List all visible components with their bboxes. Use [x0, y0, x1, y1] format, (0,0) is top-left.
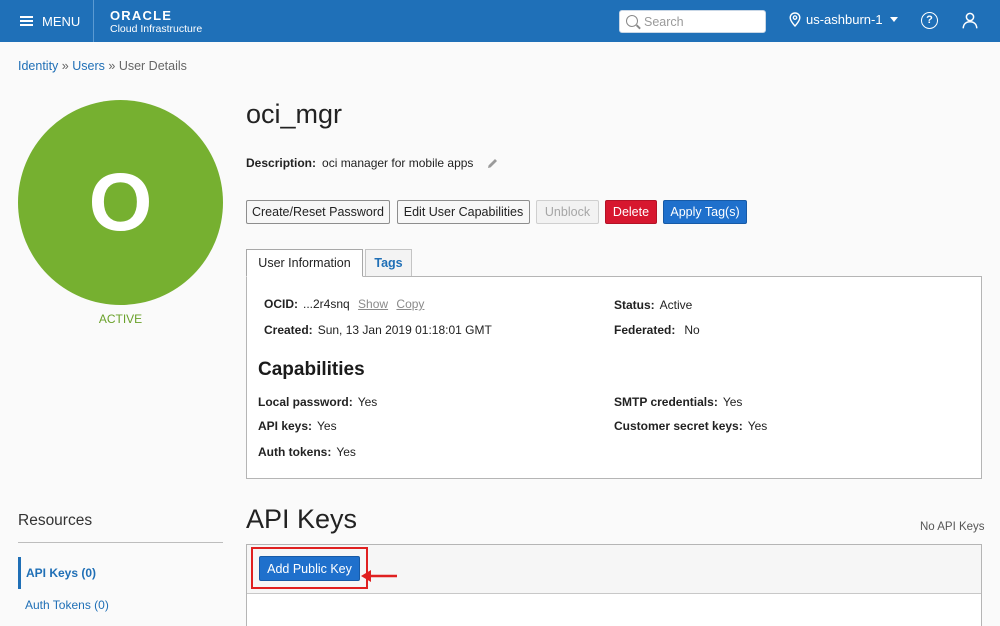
capabilities-heading: Capabilities: [258, 359, 365, 380]
ocid-value: ...2r4snq: [303, 297, 350, 311]
smtp-credentials-value: Yes: [722, 395, 743, 409]
resource-item-auth-tokens[interactable]: Auth Tokens (0): [18, 589, 223, 621]
api-keys-capability-value: Yes: [317, 419, 337, 433]
search-icon: [626, 15, 638, 27]
auth-tokens-capability-field: Auth tokens: Yes: [258, 445, 356, 459]
local-password-value: Yes: [357, 395, 378, 409]
federated-field: Federated: No: [614, 323, 700, 337]
chevron-down-icon: [889, 17, 898, 22]
customer-secret-keys-field: Customer secret keys: Yes: [614, 419, 767, 433]
ocid-field: OCID: ...2r4snq Show Copy: [264, 297, 424, 311]
edit-user-capabilities-button[interactable]: Edit User Capabilities: [397, 200, 530, 224]
customer-secret-keys-value: Yes: [747, 419, 768, 433]
location-pin-icon: [789, 12, 801, 27]
brand-subtitle: Cloud Infrastructure: [110, 23, 203, 35]
description-label: Description:: [246, 156, 317, 170]
customer-secret-keys-label: Customer secret keys:: [614, 419, 743, 433]
oracle-cloud-logo[interactable]: ORACLE Cloud Infrastructure: [110, 9, 202, 35]
api-keys-heading: API Keys: [246, 504, 358, 534]
breadcrumb: Identity » Users » User Details: [18, 59, 187, 73]
auth-tokens-capability-label: Auth tokens:: [258, 445, 332, 459]
help-icon[interactable]: ?: [921, 12, 938, 29]
ocid-show-link[interactable]: Show: [358, 297, 388, 311]
smtp-credentials-field: SMTP credentials: Yes: [614, 395, 742, 409]
page-title: oci_mgr: [246, 99, 343, 129]
user-profile-icon[interactable]: [962, 12, 978, 29]
user-avatar: O: [18, 100, 223, 305]
breadcrumb-users[interactable]: Users: [72, 59, 105, 73]
created-label: Created:: [264, 323, 313, 337]
region-selector[interactable]: us-ashburn-1: [789, 12, 898, 27]
status-value: Active: [659, 298, 693, 312]
search-input[interactable]: [644, 13, 762, 30]
created-value: Sun, 13 Jan 2019 01:18:01 GMT: [317, 323, 492, 337]
menu-button[interactable]: MENU: [0, 0, 94, 42]
ocid-copy-link[interactable]: Copy: [396, 297, 424, 311]
api-keys-capability-field: API keys: Yes: [258, 419, 337, 433]
create-reset-password-button[interactable]: Create/Reset Password: [246, 200, 390, 224]
delete-button[interactable]: Delete: [605, 200, 657, 224]
breadcrumb-separator: »: [61, 59, 69, 73]
status-label: Status:: [614, 298, 655, 312]
smtp-credentials-label: SMTP credentials:: [614, 395, 718, 409]
tab-user-information[interactable]: User Information: [246, 249, 363, 277]
resources-divider: [18, 542, 223, 543]
region-label: us-ashburn-1: [806, 12, 883, 27]
add-public-key-button[interactable]: Add Public Key: [259, 556, 360, 581]
api-keys-empty-text: No API Keys: [920, 521, 985, 533]
breadcrumb-separator: »: [108, 59, 116, 73]
federated-label: Federated:: [614, 323, 676, 337]
brand-oracle: ORACLE: [110, 8, 173, 23]
apply-tags-button[interactable]: Apply Tag(s): [663, 200, 747, 224]
auth-tokens-capability-value: Yes: [336, 445, 356, 459]
status-field: Status: Active: [614, 298, 692, 312]
hamburger-icon: [20, 16, 33, 26]
tab-tags[interactable]: Tags: [365, 249, 412, 277]
local-password-field: Local password: Yes: [258, 395, 377, 409]
breadcrumb-identity[interactable]: Identity: [18, 59, 58, 73]
ocid-label: OCID:: [264, 297, 298, 311]
annotation-arrow-icon: [361, 570, 397, 582]
description-value: oci manager for mobile apps: [322, 156, 474, 170]
user-status-label: ACTIVE: [98, 312, 143, 326]
unblock-button[interactable]: Unblock: [536, 200, 599, 224]
created-field: Created: Sun, 13 Jan 2019 01:18:01 GMT: [264, 323, 492, 337]
resource-item-api-keys[interactable]: API Keys (0): [18, 557, 223, 589]
api-keys-capability-label: API keys:: [258, 419, 313, 433]
federated-value: No: [684, 323, 700, 337]
edit-pencil-icon[interactable]: [486, 157, 499, 170]
breadcrumb-current: User Details: [118, 59, 187, 73]
search-box[interactable]: [619, 10, 766, 33]
local-password-label: Local password:: [258, 395, 353, 409]
menu-label: MENU: [42, 13, 81, 29]
description-row: Description: oci manager for mobile apps: [246, 156, 499, 170]
top-navigation-bar: MENU ORACLE Cloud Infrastructure us-ashb…: [0, 0, 1000, 42]
resources-heading: Resources: [18, 512, 93, 529]
